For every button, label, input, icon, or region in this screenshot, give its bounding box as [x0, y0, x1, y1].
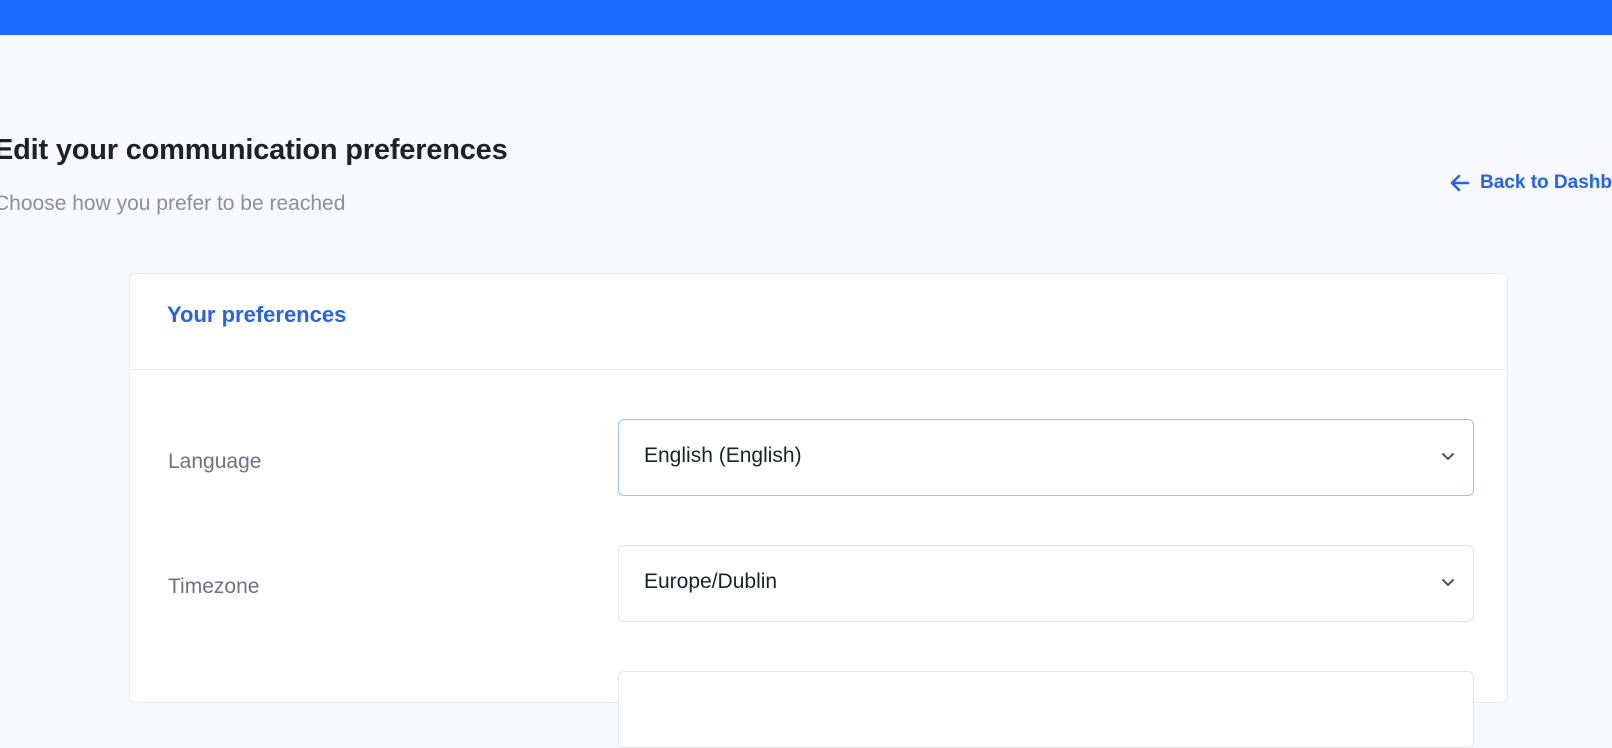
page-title: Edit your communication preferences: [0, 134, 508, 166]
card-title: Your preferences: [167, 302, 347, 327]
card-header: Your preferences: [130, 274, 1507, 370]
timezone-label: Timezone: [168, 575, 260, 598]
arrow-left-icon: [1450, 174, 1470, 192]
back-to-dashboard-link[interactable]: Back to Dashboard: [1450, 172, 1612, 194]
language-label: Language: [168, 450, 262, 473]
top-bar: [0, 0, 1612, 35]
language-select[interactable]: English (English): [618, 419, 1474, 496]
timezone-select[interactable]: Europe/Dublin: [618, 545, 1474, 622]
preferences-card: Your preferences Language English (Engli…: [129, 273, 1508, 748]
back-link-label: Back to Dashboard: [1480, 172, 1612, 193]
chevron-down-icon: [1442, 579, 1454, 586]
page-subtitle: Choose how you prefer to be reached: [0, 192, 346, 215]
chevron-down-icon: [1442, 453, 1454, 460]
timezone-select-value: Europe/Dublin: [644, 570, 778, 593]
language-select-value: English (English): [644, 444, 802, 467]
